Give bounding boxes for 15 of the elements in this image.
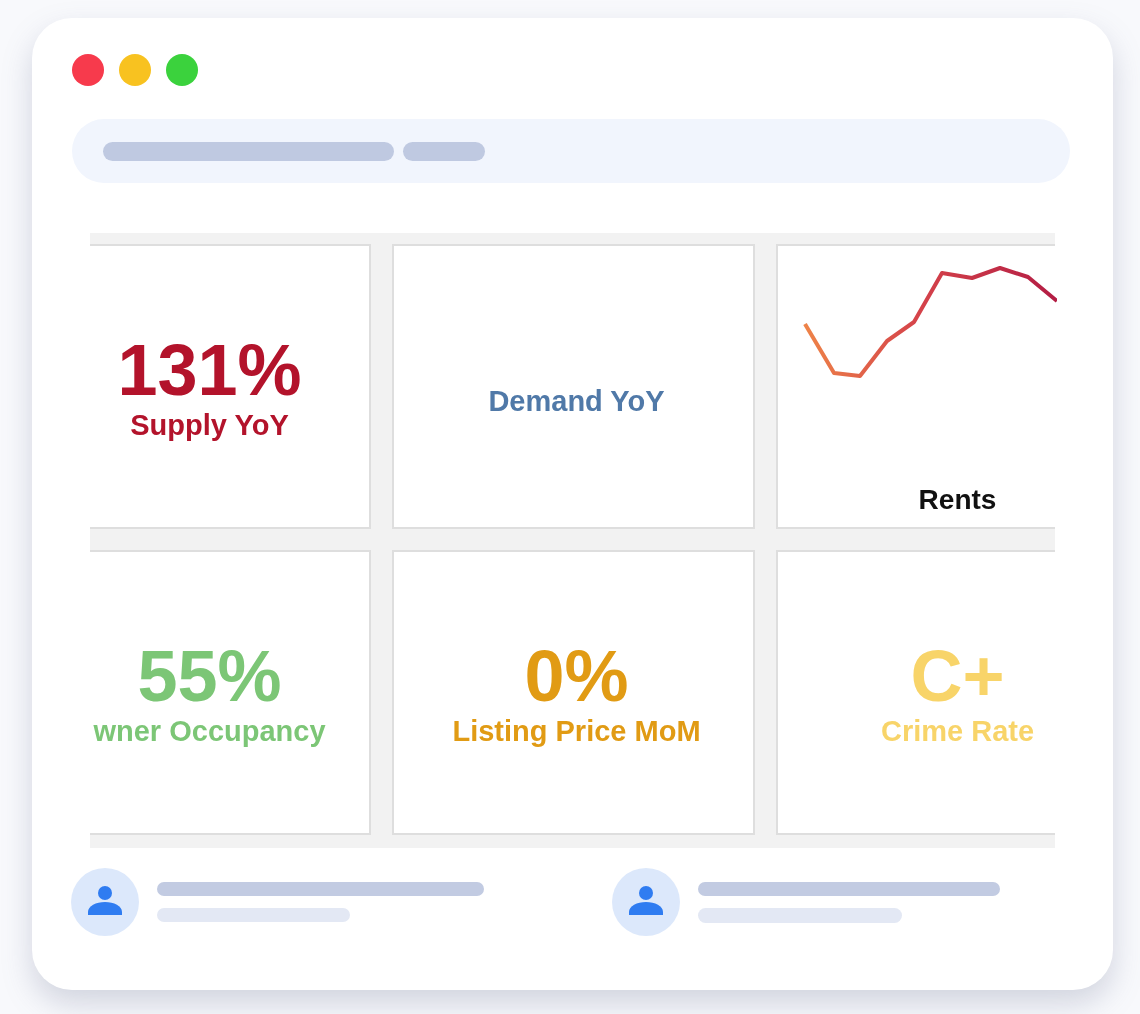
metric-label: Listing Price MoM bbox=[452, 713, 701, 748]
metric-label: wner Occupancy bbox=[93, 713, 326, 748]
metric-value: 131% bbox=[117, 333, 302, 406]
close-icon[interactable] bbox=[72, 54, 104, 86]
avatar-icon bbox=[71, 868, 139, 936]
metric-label: Crime Rate bbox=[880, 713, 1035, 748]
metric-value: 55% bbox=[137, 639, 282, 712]
metric-label: Demand YoY bbox=[488, 383, 665, 418]
chart-label: Rents bbox=[918, 483, 997, 517]
avatar-icon bbox=[612, 868, 680, 936]
metric-value: 0% bbox=[524, 639, 629, 712]
metric-value: C+ bbox=[910, 639, 1005, 712]
metric-label: Supply YoY bbox=[130, 407, 289, 442]
minimize-icon[interactable] bbox=[119, 54, 151, 86]
maximize-icon[interactable] bbox=[166, 54, 198, 86]
